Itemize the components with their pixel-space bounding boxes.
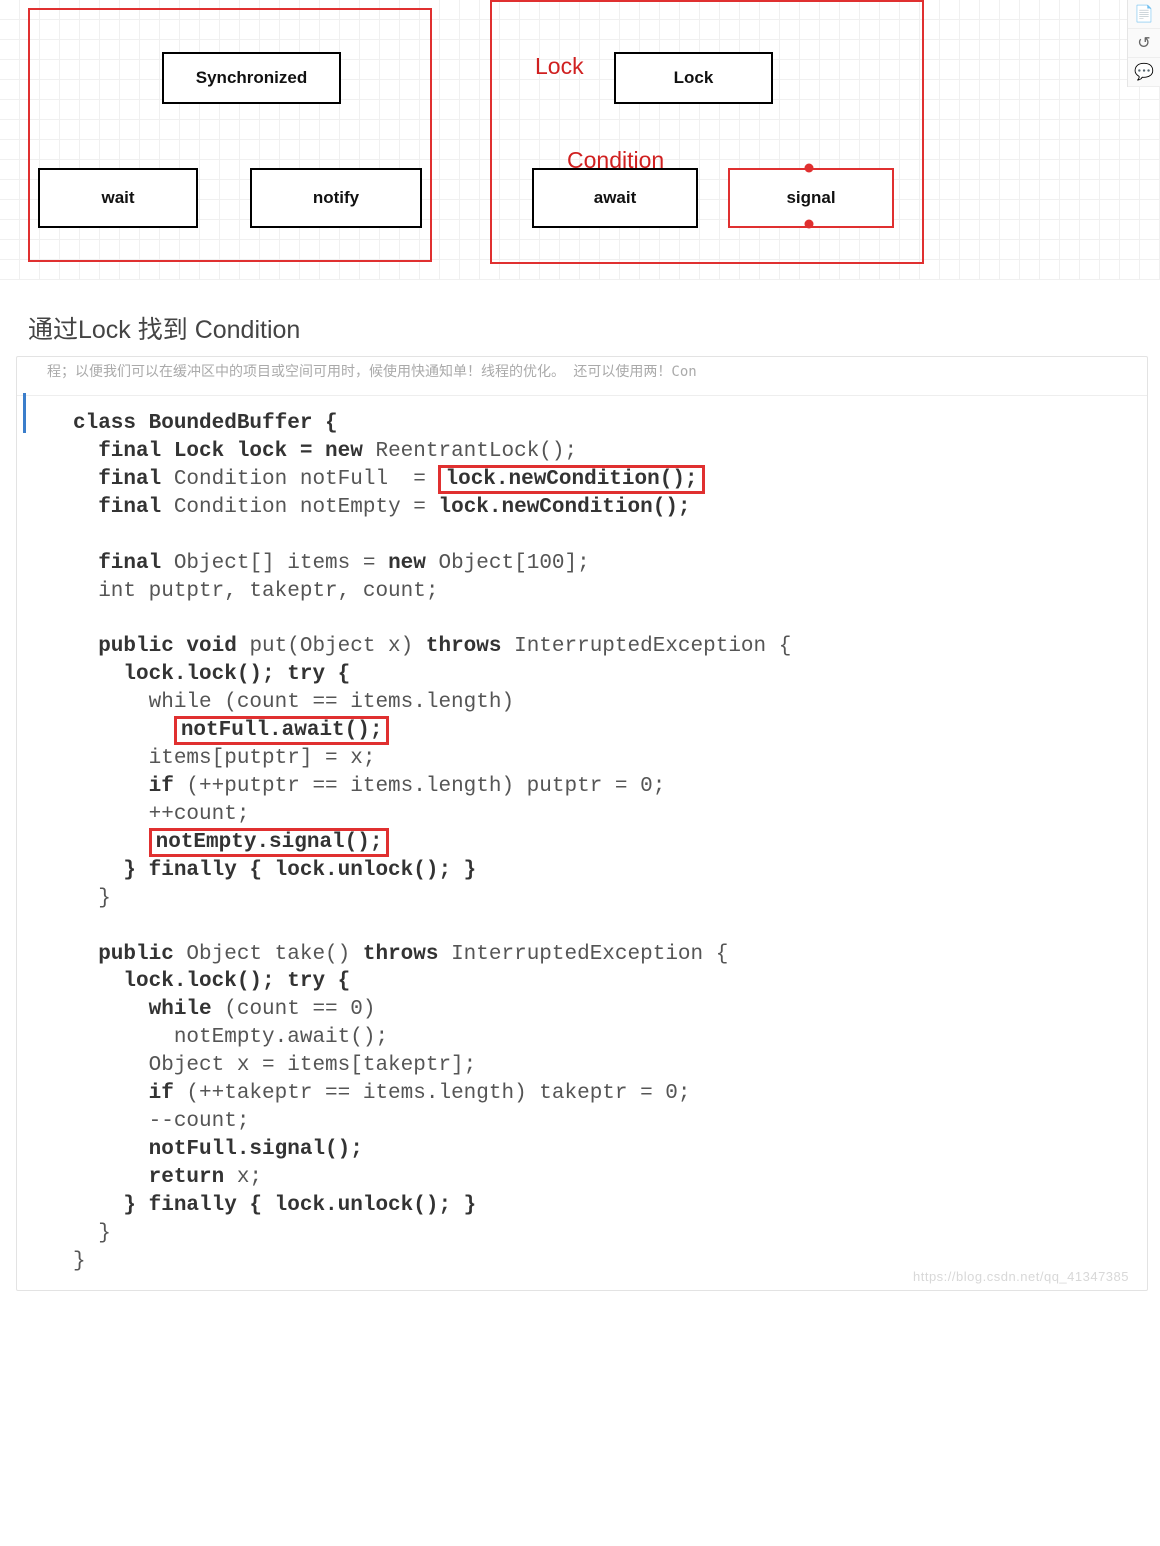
selection-handle-icon[interactable] [805, 220, 814, 229]
new-file-icon[interactable]: 📄 [1128, 0, 1160, 29]
comment-icon[interactable]: 💬 [1128, 58, 1160, 87]
selection-handle-icon[interactable] [805, 164, 814, 173]
cursor-bar [23, 393, 26, 433]
synchronized-node: Synchronized [162, 52, 341, 104]
lock-label: Lock [535, 53, 584, 80]
diagram-canvas: Synchronized wait notify Lock Lock Condi… [0, 0, 1160, 280]
highlight-signal: notEmpty.signal(); [149, 828, 390, 857]
notify-node: notify [250, 168, 422, 228]
clipped-text-row: 程；以便我们可以在缓冲区中的项目或空间可用时，候使用快通知单！线程的优化。 还可… [17, 357, 1147, 396]
section-heading: 通过Lock 找到 Condition [0, 280, 1160, 356]
wait-node: wait [38, 168, 198, 228]
watermark: https://blog.csdn.net/qq_41347385 [913, 1269, 1129, 1284]
lock-node: Lock [614, 52, 773, 104]
editor-toolbar: 📄 ↺ 💬 [1127, 0, 1160, 87]
code-block: 程；以便我们可以在缓冲区中的项目或空间可用时，候使用快通知单！线程的优化。 还可… [16, 356, 1148, 1291]
await-node: await [532, 168, 698, 228]
highlight-await: notFull.await(); [174, 716, 390, 745]
highlight-newcondition: lock.newCondition(); [438, 465, 704, 494]
history-icon[interactable]: ↺ [1128, 29, 1160, 58]
code-content: class BoundedBuffer { final Lock lock = … [17, 396, 1147, 1290]
